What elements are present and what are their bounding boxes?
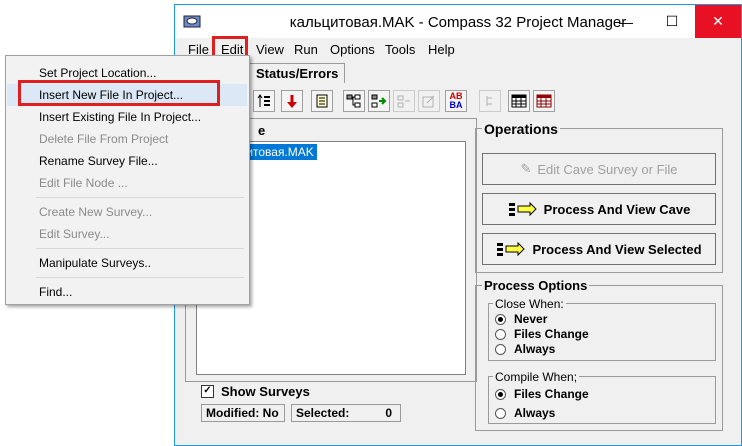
close-when-title: Close When: <box>493 297 566 311</box>
insert-new-file-highlight <box>18 80 220 106</box>
minimize-button[interactable]: — <box>603 5 649 38</box>
menu-options[interactable]: Options <box>330 42 375 57</box>
operations-title: Operations <box>482 121 560 137</box>
maximize-button[interactable]: ☐ <box>649 5 695 38</box>
title-bar[interactable]: кальцитовая.MAK - Compass 32 Project Man… <box>175 5 741 38</box>
menu-tools[interactable]: Tools <box>385 42 415 57</box>
radio-close-never[interactable]: Never <box>495 312 547 326</box>
disabled-tree-icon[interactable] <box>479 90 501 112</box>
sort-up-icon[interactable] <box>253 90 275 112</box>
disabled-edit-icon[interactable] <box>418 90 440 112</box>
menu-item-edit-file-node[interactable]: Edit File Node ... <box>7 172 247 194</box>
toolbar: AB BA <box>183 87 723 117</box>
menu-item-find[interactable]: Find... <box>7 281 247 303</box>
radio-close-always[interactable]: Always <box>495 342 555 356</box>
status-selected: Selected: 0 <box>291 404 401 422</box>
disabled-node-icon[interactable] <box>393 90 415 112</box>
close-button[interactable]: ✕ <box>695 5 741 38</box>
radio-compile-always[interactable]: Always <box>495 406 555 420</box>
compile-when-title: Compile When; <box>493 370 580 384</box>
operations-group: Operations ✎ Edit Cave Survey or File Pr… <box>475 121 723 273</box>
sort-ab-icon[interactable]: AB BA <box>445 90 467 112</box>
radio-button[interactable] <box>495 407 506 419</box>
tree-heading: e <box>258 123 266 138</box>
menu-item-manipulate-surveys[interactable]: Manipulate Surveys.. <box>7 252 247 274</box>
menu-item-edit-survey[interactable]: Edit Survey... <box>7 223 247 245</box>
tab-status-errors[interactable]: Status/Errors <box>249 63 345 83</box>
menu-item-delete-file[interactable]: Delete File From Project <box>7 128 247 150</box>
menu-separator <box>36 277 244 278</box>
process-view-selected-label: Process And View Selected <box>532 241 702 257</box>
insert-node-icon[interactable] <box>368 90 390 112</box>
status-selected-label: Selected: <box>296 406 350 420</box>
process-arrow-icon <box>497 241 526 257</box>
menu-separator <box>36 197 244 198</box>
show-surveys-label: Show Surveys <box>221 384 310 399</box>
radio-close-files-change[interactable]: Files Change <box>495 327 589 341</box>
menu-bar: File Edit View Run Options Tools Help <box>175 39 741 59</box>
edit-cave-survey-label: Edit Cave Survey or File <box>537 161 678 177</box>
tree-icon[interactable] <box>343 90 365 112</box>
main-window: кальцитовая.MAK - Compass 32 Project Man… <box>174 4 742 446</box>
status-selected-value: 0 <box>385 406 392 420</box>
menu-item-rename-survey-file[interactable]: Rename Survey File... <box>7 150 247 172</box>
menu-item-insert-existing-file[interactable]: Insert Existing File In Project... <box>7 106 247 128</box>
process-arrow-icon <box>508 201 537 217</box>
radio-compile-files-change[interactable]: Files Change <box>495 387 589 401</box>
menu-view[interactable]: View <box>256 42 284 57</box>
process-view-cave-label: Process And View Cave <box>543 201 691 217</box>
edit-cave-survey-button[interactable]: ✎ Edit Cave Survey or File <box>482 153 716 185</box>
menu-run[interactable]: Run <box>294 42 318 57</box>
menu-separator <box>36 248 244 249</box>
compile-when-group: Compile When; Files Change Always <box>488 370 716 424</box>
pencil-icon: ✎ <box>520 161 532 176</box>
show-surveys-checkbox[interactable]: ✓ Show Surveys <box>201 384 310 399</box>
close-when-group: Close When: Never Files Change Always <box>488 297 716 361</box>
tab-strip: Status/Errors <box>175 62 741 84</box>
menu-help[interactable]: Help <box>428 42 455 57</box>
table-report-icon[interactable] <box>533 90 555 112</box>
process-view-cave-button[interactable]: Process And View Cave <box>482 193 716 225</box>
menu-item-create-new-survey[interactable]: Create New Survey... <box>7 201 247 223</box>
radio-button[interactable] <box>495 328 506 340</box>
table-view-icon[interactable] <box>508 90 530 112</box>
radio-button[interactable] <box>495 343 506 355</box>
radio-button-selected[interactable] <box>495 388 506 400</box>
radio-button-selected[interactable] <box>495 313 506 325</box>
checkbox-box[interactable]: ✓ <box>201 385 214 398</box>
status-modified: Modified: No <box>201 404 285 422</box>
move-down-icon[interactable] <box>281 90 303 112</box>
process-options-title: Process Options <box>482 278 590 293</box>
process-options-group: Process Options Close When: Never Files … <box>475 278 723 431</box>
notepad-icon[interactable] <box>311 90 333 112</box>
process-view-selected-button[interactable]: Process And View Selected <box>482 233 716 265</box>
